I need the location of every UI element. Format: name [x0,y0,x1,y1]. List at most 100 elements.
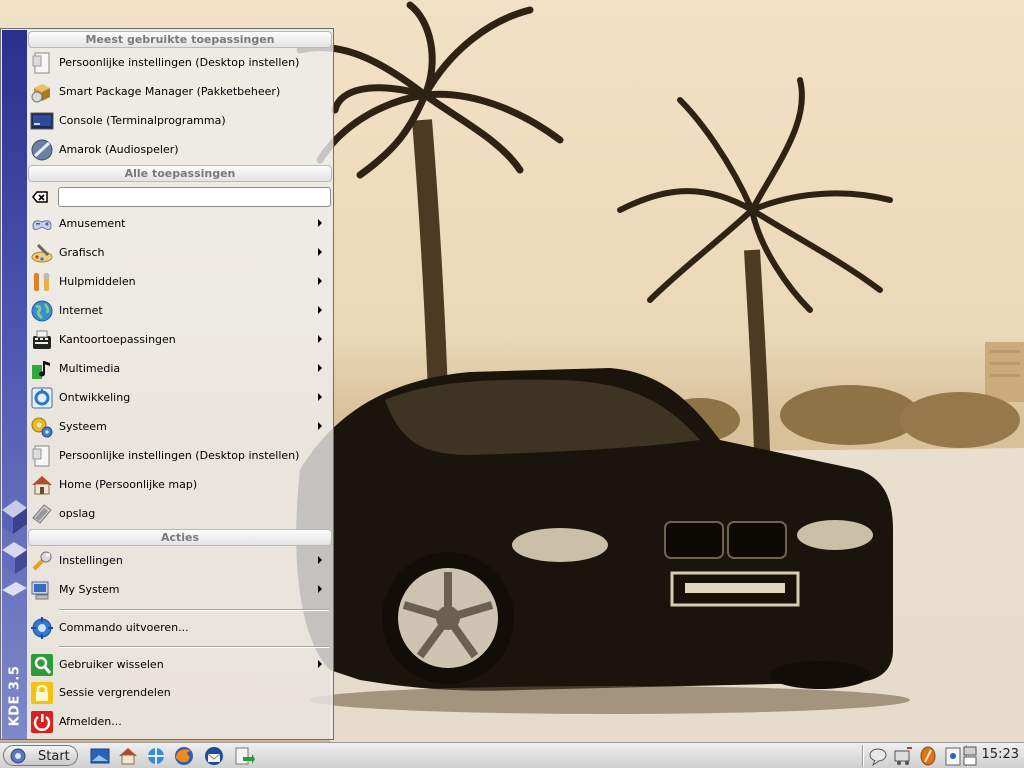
switch-user-icon [31,654,53,676]
thunderbird-icon[interactable] [203,745,225,767]
settings-document-icon [32,52,50,74]
menu-item-label: Systeem [59,420,107,433]
section-header-actions: Acties [28,529,332,546]
computer-icon [31,581,49,600]
menu-item-label: Gebruiker wisselen [59,658,164,671]
taskbar-clock[interactable]: 15:23 [982,747,1019,762]
menu-item-desktop-settings-recent[interactable]: Persoonlijke instellingen (Desktop inste… [28,48,332,77]
terminal-icon [30,112,54,130]
start-menu: KDE 3.5 Meest gebruikte toepassingen Per… [0,28,334,740]
menu-item-label: Afmelden... [59,715,122,728]
submenu-arrow-icon [318,306,322,314]
menu-item-label: Amarok (Audiospeler) [59,143,179,156]
submenu-arrow-icon [318,660,322,668]
menu-item-label: Home (Persoonlijke map) [59,478,198,491]
menu-item-label: Sessie vergrendelen [59,686,171,699]
search-row [28,186,332,208]
menu-item-multimedia[interactable]: Multimedia [28,354,332,383]
amarok-icon [31,139,53,161]
menu-separator [59,646,329,648]
menu-item-label: Console (Terminalprogramma) [59,114,226,127]
submenu-arrow-icon [318,219,322,227]
tray-separator [862,745,864,767]
submenu-arrow-icon [318,335,322,343]
submenu-arrow-icon [318,248,322,256]
home-folder-icon[interactable] [117,745,139,767]
menu-item-run-command[interactable]: Commando uitvoeren... [28,613,332,642]
menu-item-label: Persoonlijke instellingen (Desktop inste… [59,56,300,69]
menu-item-label: Smart Package Manager (Pakketbeheer) [59,85,281,98]
menu-item-console[interactable]: Console (Terminalprogramma) [28,106,332,135]
home-icon [32,476,52,495]
package-manager-icon [31,84,50,103]
menu-item-my-system[interactable]: My System [28,575,332,604]
amarok-tray-icon[interactable] [917,745,939,767]
submenu-arrow-icon [318,422,322,430]
menu-item-instellingen[interactable]: Instellingen [28,546,332,575]
tools-icon [34,273,50,291]
start-button-label: Start [38,749,70,764]
menu-item-label: Ontwikkeling [59,391,131,404]
search-input[interactable] [58,187,331,207]
run-command-icon [31,617,53,639]
package-installer-icon[interactable] [233,745,255,767]
lock-icon [31,682,53,704]
menu-item-internet[interactable]: Internet [28,296,332,325]
storage-icon [32,504,52,524]
wrench-icon [32,551,52,571]
submenu-arrow-icon [318,364,322,372]
menu-item-kantoortoepassingen[interactable]: Kantoortoepassingen [28,325,332,354]
menu-item-hulpmiddelen[interactable]: Hulpmiddelen [28,267,332,296]
system-gears-icon [31,417,53,438]
menu-separator [59,609,329,611]
multimedia-icon [32,361,50,379]
menu-item-label: Internet [59,304,103,317]
menu-item-systeem[interactable]: Systeem [28,412,332,441]
menu-item-smart-package-manager[interactable]: Smart Package Manager (Pakketbeheer) [28,77,332,106]
menu-item-switch-user[interactable]: Gebruiker wisselen [28,650,332,679]
submenu-arrow-icon [318,393,322,401]
menu-item-home[interactable]: Home (Persoonlijke map) [28,470,332,499]
menu-item-label: Persoonlijke instellingen (Desktop inste… [59,449,300,462]
menu-side-strip: KDE 3.5 [2,30,27,739]
menu-item-desktop-settings[interactable]: Persoonlijke instellingen (Desktop inste… [28,441,332,470]
menu-item-lock-session[interactable]: Sessie vergrendelen [28,678,332,707]
firefox-icon[interactable] [173,745,195,767]
menu-item-label: Hulpmiddelen [59,275,136,288]
office-icon [33,330,51,349]
network-tray-icon[interactable] [867,745,889,767]
development-icon [31,387,53,409]
menu-item-label: Commando uitvoeren... [59,621,189,634]
menu-item-label: Grafisch [59,246,105,259]
taskbar: Start 15:23 [0,742,1024,768]
section-header-most-used: Meest gebruikte toepassingen [28,31,332,48]
logout-icon [31,711,53,733]
clear-search-icon[interactable] [32,189,48,205]
konqueror-icon[interactable] [145,745,167,767]
settings-document-icon [32,445,50,467]
updater-tray-icon[interactable] [892,745,914,767]
start-button[interactable]: Start [3,745,78,766]
menu-item-amusement[interactable]: Amusement [28,209,332,238]
klipper-tray-icon[interactable] [942,745,964,767]
graphics-icon [31,243,53,263]
menu-item-label: My System [59,583,120,596]
kde-gear-icon [10,748,26,764]
menu-item-ontwikkeling[interactable]: Ontwikkeling [28,383,332,412]
submenu-arrow-icon [318,556,322,564]
kde-version-label: KDE 3.5 [7,665,22,727]
desktop-pager-icon[interactable] [963,745,977,767]
gamepad-icon [32,220,52,230]
menu-item-opslag[interactable]: opslag [28,499,332,528]
menu-item-grafisch[interactable]: Grafisch [28,238,332,267]
submenu-arrow-icon [318,277,322,285]
menu-item-amarok[interactable]: Amarok (Audiospeler) [28,135,332,164]
menu-item-label: opslag [59,507,96,520]
menu-item-logout[interactable]: Afmelden... [28,707,332,736]
show-desktop-icon[interactable] [89,745,111,767]
menu-item-label: Multimedia [59,362,121,375]
section-header-all-apps: Alle toepassingen [28,165,332,182]
menu-item-label: Kantoortoepassingen [59,333,176,346]
globe-icon [31,300,53,322]
submenu-arrow-icon [318,585,322,593]
